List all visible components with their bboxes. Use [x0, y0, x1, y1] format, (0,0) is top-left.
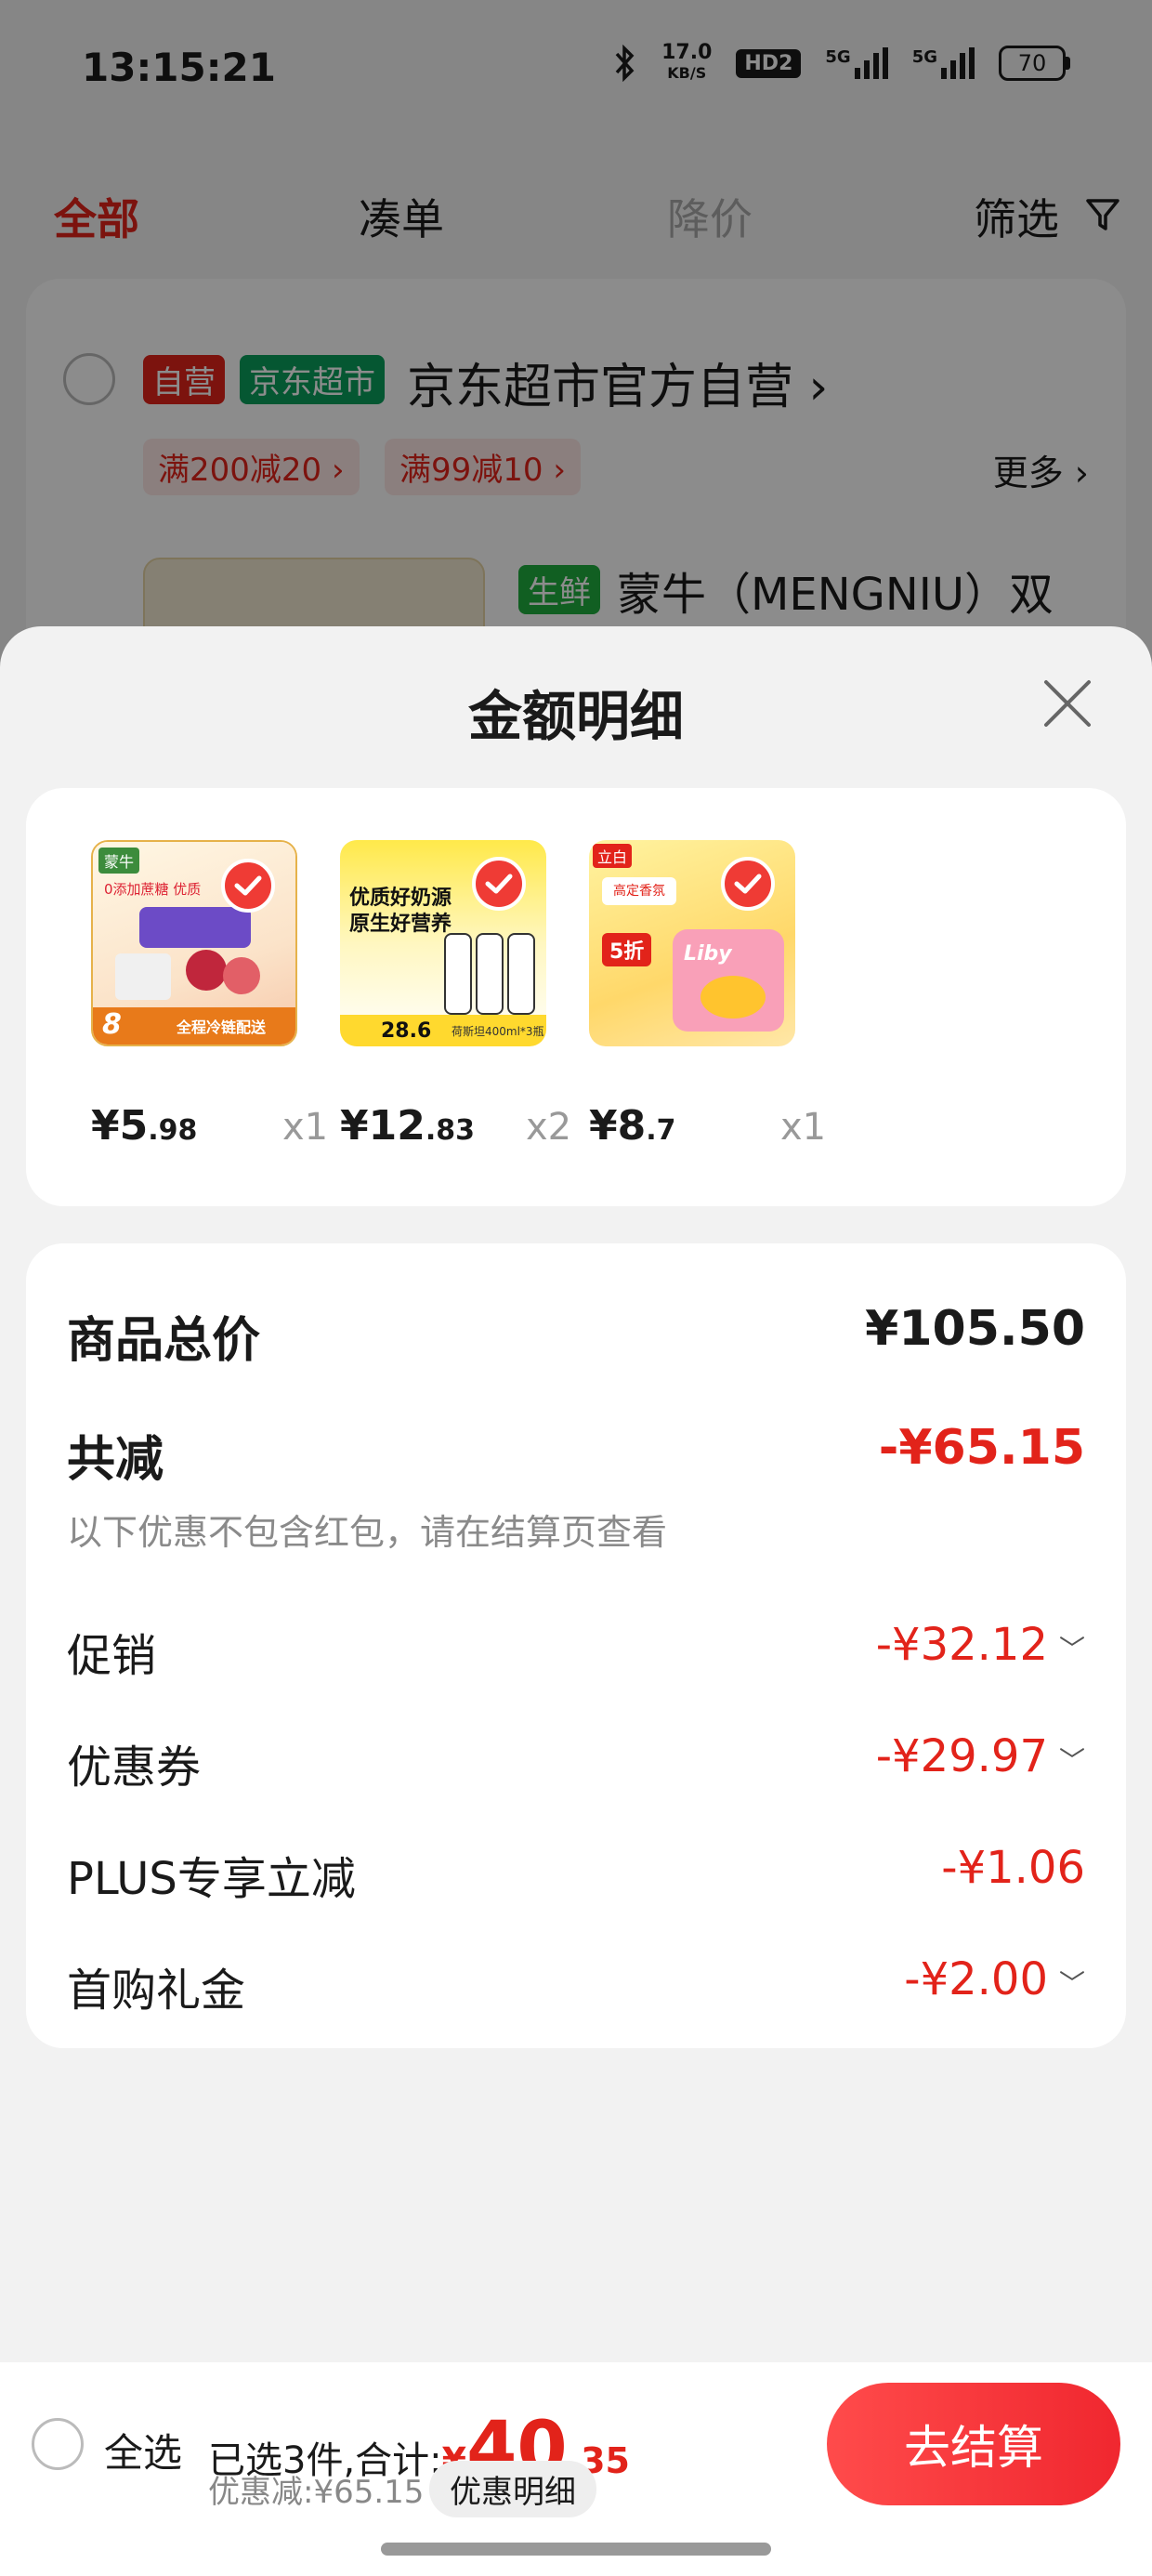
chevron-down-icon: ﹀ — [1058, 1634, 1085, 1664]
item-3-image: 立白 高定香氛 5折 Liby — [589, 840, 795, 1046]
selected-items-card: 蒙牛 0添加蔗糖 优质 8 全程冷链配送 ¥5.98 x1 优质好奶源 原生好营… — [26, 788, 1126, 1206]
first-purchase-label: 首购礼金 — [67, 1965, 246, 2017]
item-3-price: ¥8.7 — [589, 1102, 676, 1150]
checkout-button[interactable]: 去结算 — [827, 2383, 1120, 2505]
plus-value: -¥1.06 — [941, 1842, 1085, 1894]
plus-label: PLUS专享立减 — [67, 1853, 356, 1905]
chevron-down-icon: ﹀ — [1058, 1968, 1085, 1999]
total-price-label: 商品总价 — [67, 1313, 261, 1369]
item-3-logo: Liby — [684, 942, 732, 966]
item-2-price: ¥12.83 — [340, 1102, 475, 1150]
home-indicator[interactable] — [381, 2543, 771, 2556]
chevron-down-icon: ﹀ — [1058, 1745, 1085, 1776]
discount-summary: 优惠减:¥65.15 — [208, 2474, 425, 2511]
total-price-value: ¥105.50 — [865, 1301, 1085, 1357]
item-2-qty: x2 — [526, 1106, 572, 1149]
item-1-checked-icon[interactable] — [221, 859, 275, 913]
total-reduce-label: 共减 — [67, 1432, 164, 1488]
first-purchase-value: -¥2.00 — [904, 1953, 1048, 2005]
item-2-price-int: ¥12 — [340, 1102, 425, 1150]
coupon-row[interactable]: -¥29.97 ﹀ — [876, 1730, 1085, 1782]
item-3-discount: 5折 — [602, 933, 652, 966]
item-1-price-int: ¥5 — [91, 1102, 149, 1150]
item-2-checked-icon[interactable] — [472, 857, 526, 911]
item-1-days: 8 — [102, 1008, 122, 1041]
item-3-qty: x1 — [780, 1106, 827, 1149]
item-1-image: 蒙牛 0添加蔗糖 优质 8 全程冷链配送 — [91, 840, 297, 1046]
coupon-label: 优惠券 — [67, 1741, 202, 1794]
coupon-value: -¥29.97 — [875, 1730, 1048, 1782]
item-3[interactable]: 立白 高定香氛 5折 Liby ¥8.7 x1 — [589, 840, 826, 1150]
item-1-price: ¥5.98 — [91, 1102, 197, 1150]
first-purchase-row[interactable]: -¥2.00 ﹀ — [904, 1953, 1085, 2005]
item-2-price-dec: .83 — [425, 1114, 476, 1147]
item-2-image: 优质好奶源 原生好营养 28.6 荷斯坦400ml*3瓶 — [340, 840, 546, 1046]
close-icon[interactable] — [1039, 675, 1096, 732]
item-1-cold-chain: 全程冷链配送 — [177, 1019, 267, 1036]
item-1-qty: x1 — [282, 1106, 329, 1149]
item-3-tagline: 高定香氛 — [602, 877, 676, 905]
item-3-price-int: ¥8 — [589, 1102, 647, 1150]
price-summary-card: 商品总价 ¥105.50 共减 -¥65.15 以下优惠不包含红包，请在结算页查… — [26, 1243, 1126, 2048]
item-1-price-dec: .98 — [148, 1114, 198, 1147]
discount-detail-button[interactable]: 优惠明细 — [429, 2461, 596, 2517]
promo-row[interactable]: -¥32.12 ﹀ — [876, 1619, 1085, 1671]
discount-note: 以下优惠不包含红包，请在结算页查看 — [67, 1512, 668, 1553]
total-reduce-value: -¥65.15 — [878, 1420, 1085, 1476]
item-3-price-dec: .7 — [646, 1114, 676, 1147]
item-2[interactable]: 优质好奶源 原生好营养 28.6 荷斯坦400ml*3瓶 ¥12.83 x2 — [340, 840, 571, 1150]
select-all-radio[interactable] — [32, 2418, 84, 2470]
sheet-title: 金额明细 — [467, 685, 684, 748]
item-1-slogan: 0添加蔗糖 优质 — [104, 881, 202, 898]
promo-value: -¥32.12 — [875, 1619, 1048, 1671]
item-1[interactable]: 蒙牛 0添加蔗糖 优质 8 全程冷链配送 ¥5.98 x1 — [91, 840, 328, 1150]
item-3-brand: 立白 — [593, 844, 633, 868]
select-all-label[interactable]: 全选 — [104, 2422, 182, 2478]
item-2-headline-2: 原生好营养 — [349, 913, 452, 936]
item-1-brand: 蒙牛 — [98, 848, 140, 874]
item-2-price-tag: 28.6 — [381, 1019, 432, 1043]
promo-label: 促销 — [67, 1630, 157, 1682]
item-3-checked-icon[interactable] — [721, 857, 775, 911]
item-2-spec: 荷斯坦400ml*3瓶 — [452, 1025, 544, 1038]
amount-detail-sheet: 金额明细 蒙牛 0添加蔗糖 优质 8 全程冷链配送 ¥5.98 x1 优质好奶源… — [0, 626, 1152, 2576]
